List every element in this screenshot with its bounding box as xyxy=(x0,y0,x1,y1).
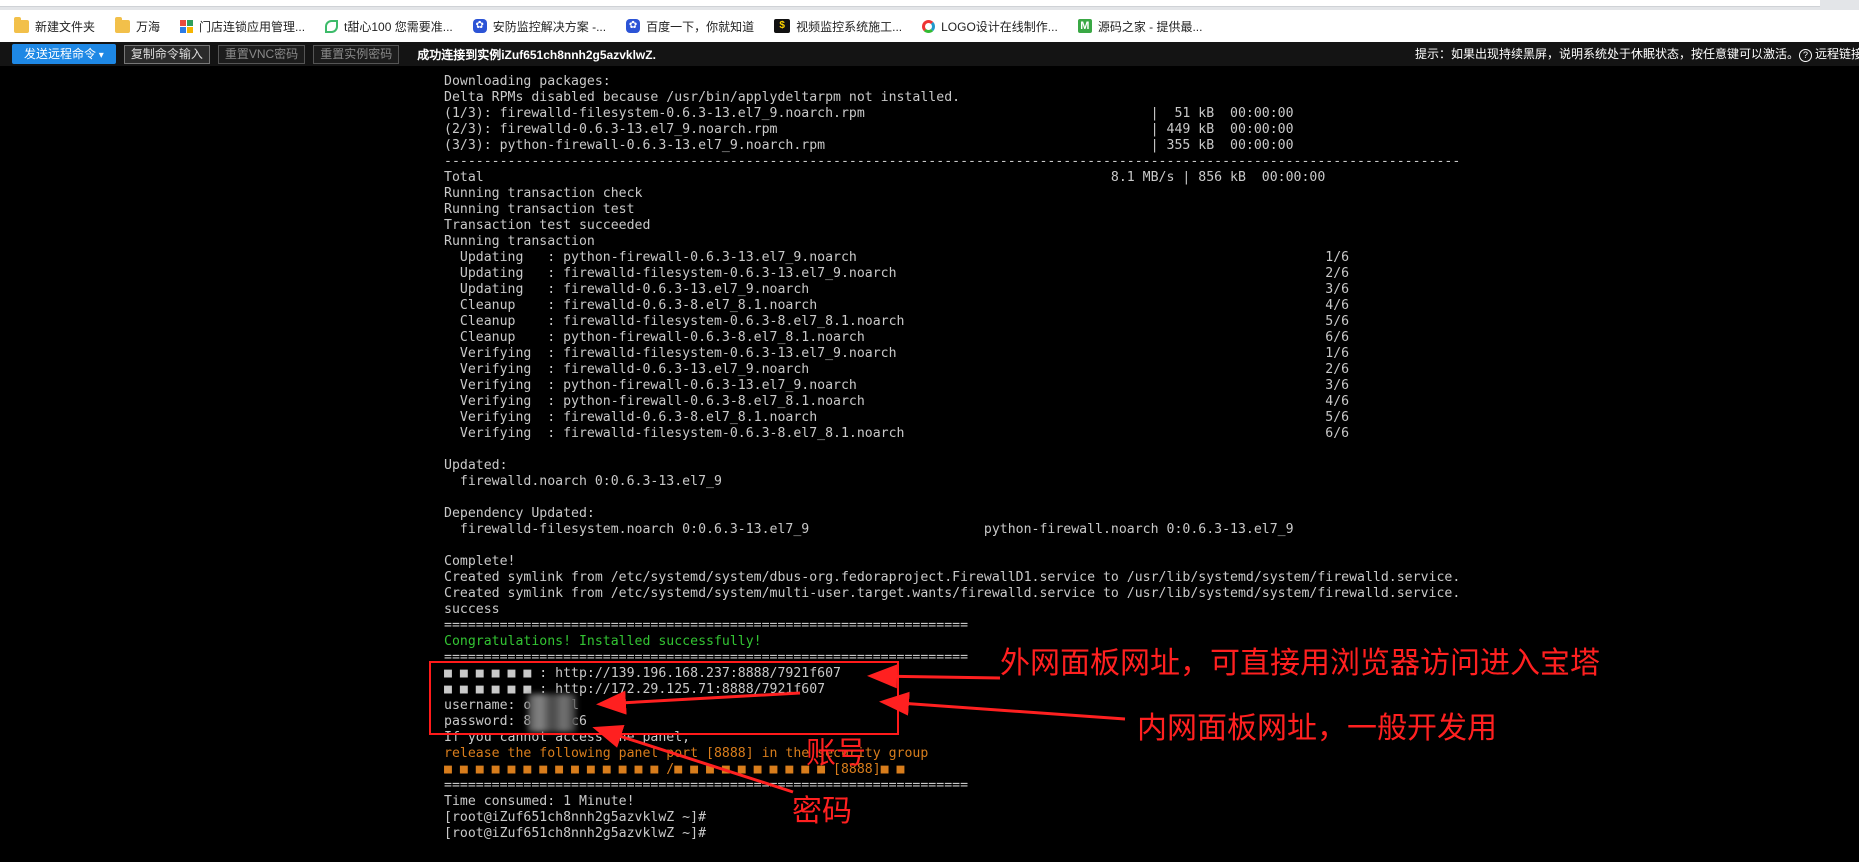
arrow-inner-panel xyxy=(879,691,1126,721)
annotation-account: 账号 xyxy=(806,736,866,771)
arrow-outer-panel xyxy=(867,664,1001,689)
arrow-username xyxy=(596,690,801,715)
arrow-password xyxy=(592,724,794,794)
annotation-inner-panel: 内网面板网址，一般开发用 xyxy=(1137,711,1497,746)
annotation-outer-panel: 外网面板网址，可直接用浏览器访问进入宝塔 xyxy=(1000,646,1600,681)
annotation-arrows xyxy=(592,664,1126,794)
annotation-password: 密码 xyxy=(792,794,852,829)
